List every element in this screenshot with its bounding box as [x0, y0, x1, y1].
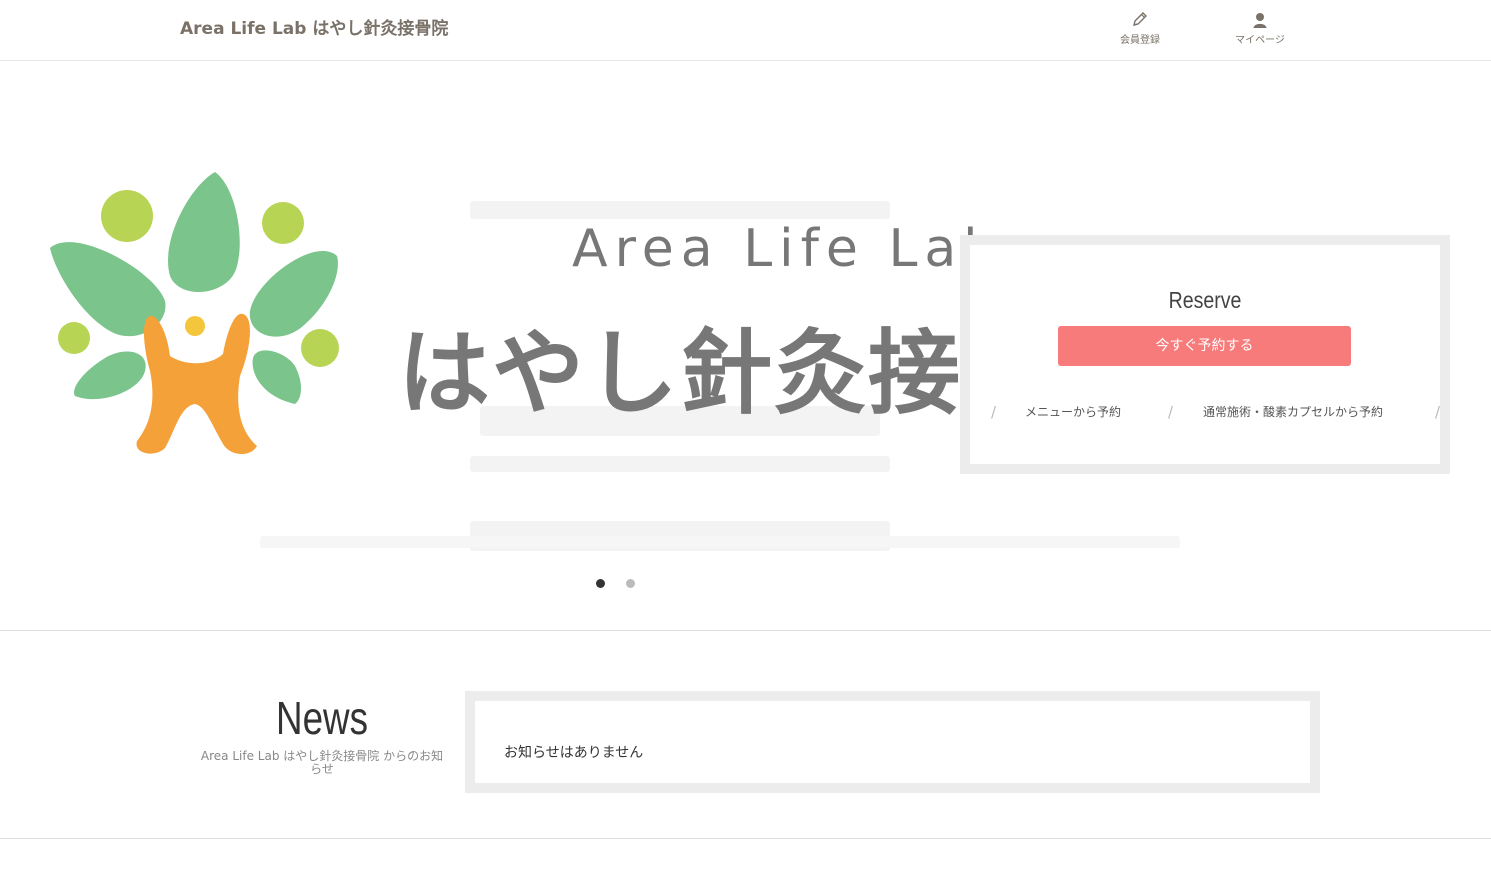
- news-subtitle: Area Life Lab はやし針灸接骨院 からのお知らせ: [200, 749, 444, 776]
- slider-dot-2[interactable]: [626, 579, 635, 588]
- reserve-now-button[interactable]: 今すぐ予約する: [1058, 326, 1351, 366]
- reserve-by-treatment-link[interactable]: 通常施術・酸素カプセルから予約: [1203, 403, 1383, 420]
- news-title: News: [275, 692, 369, 744]
- news-empty-message: お知らせはありません: [504, 745, 644, 761]
- user-icon: [1220, 10, 1300, 30]
- reserve-by-menu-link[interactable]: メニューから予約: [1025, 403, 1121, 420]
- site-header: Area Life Lab はやし針灸接骨院 会員登録 マイページ: [0, 0, 1491, 61]
- nav-register-link[interactable]: 会員登録: [1100, 10, 1180, 46]
- logo-text-en: Area Life Lab: [572, 219, 1004, 279]
- divider-slash: /: [1168, 403, 1174, 421]
- nav-register-label: 会員登録: [1120, 35, 1160, 46]
- section-divider: [0, 630, 1491, 631]
- divider-slash: /: [1435, 403, 1441, 421]
- site-title[interactable]: Area Life Lab はやし針灸接骨院: [180, 14, 448, 39]
- ghost-text: [470, 201, 890, 219]
- nav-mypage-label: マイページ: [1235, 35, 1285, 46]
- ghost-text: [470, 456, 890, 472]
- pencil-icon: [1100, 10, 1180, 30]
- nav-mypage-link[interactable]: マイページ: [1220, 10, 1300, 46]
- slider-dot-1[interactable]: [596, 579, 605, 588]
- section-divider: [0, 838, 1491, 839]
- news-list-box: お知らせはありません: [465, 691, 1320, 793]
- clinic-logo-mark: [50, 172, 339, 455]
- ghost-text: [260, 536, 1180, 548]
- reserve-title: Reserve: [1168, 287, 1242, 313]
- reserve-links: / メニューから予約 / 通常施術・酸素カプセルから予約 /: [970, 403, 1440, 423]
- reserve-panel: Reserve 今すぐ予約する / メニューから予約 / 通常施術・酸素カプセル…: [960, 235, 1450, 474]
- divider-slash: /: [991, 403, 997, 421]
- news-heading: News Area Life Lab はやし針灸接骨院 からのお知らせ: [200, 690, 444, 776]
